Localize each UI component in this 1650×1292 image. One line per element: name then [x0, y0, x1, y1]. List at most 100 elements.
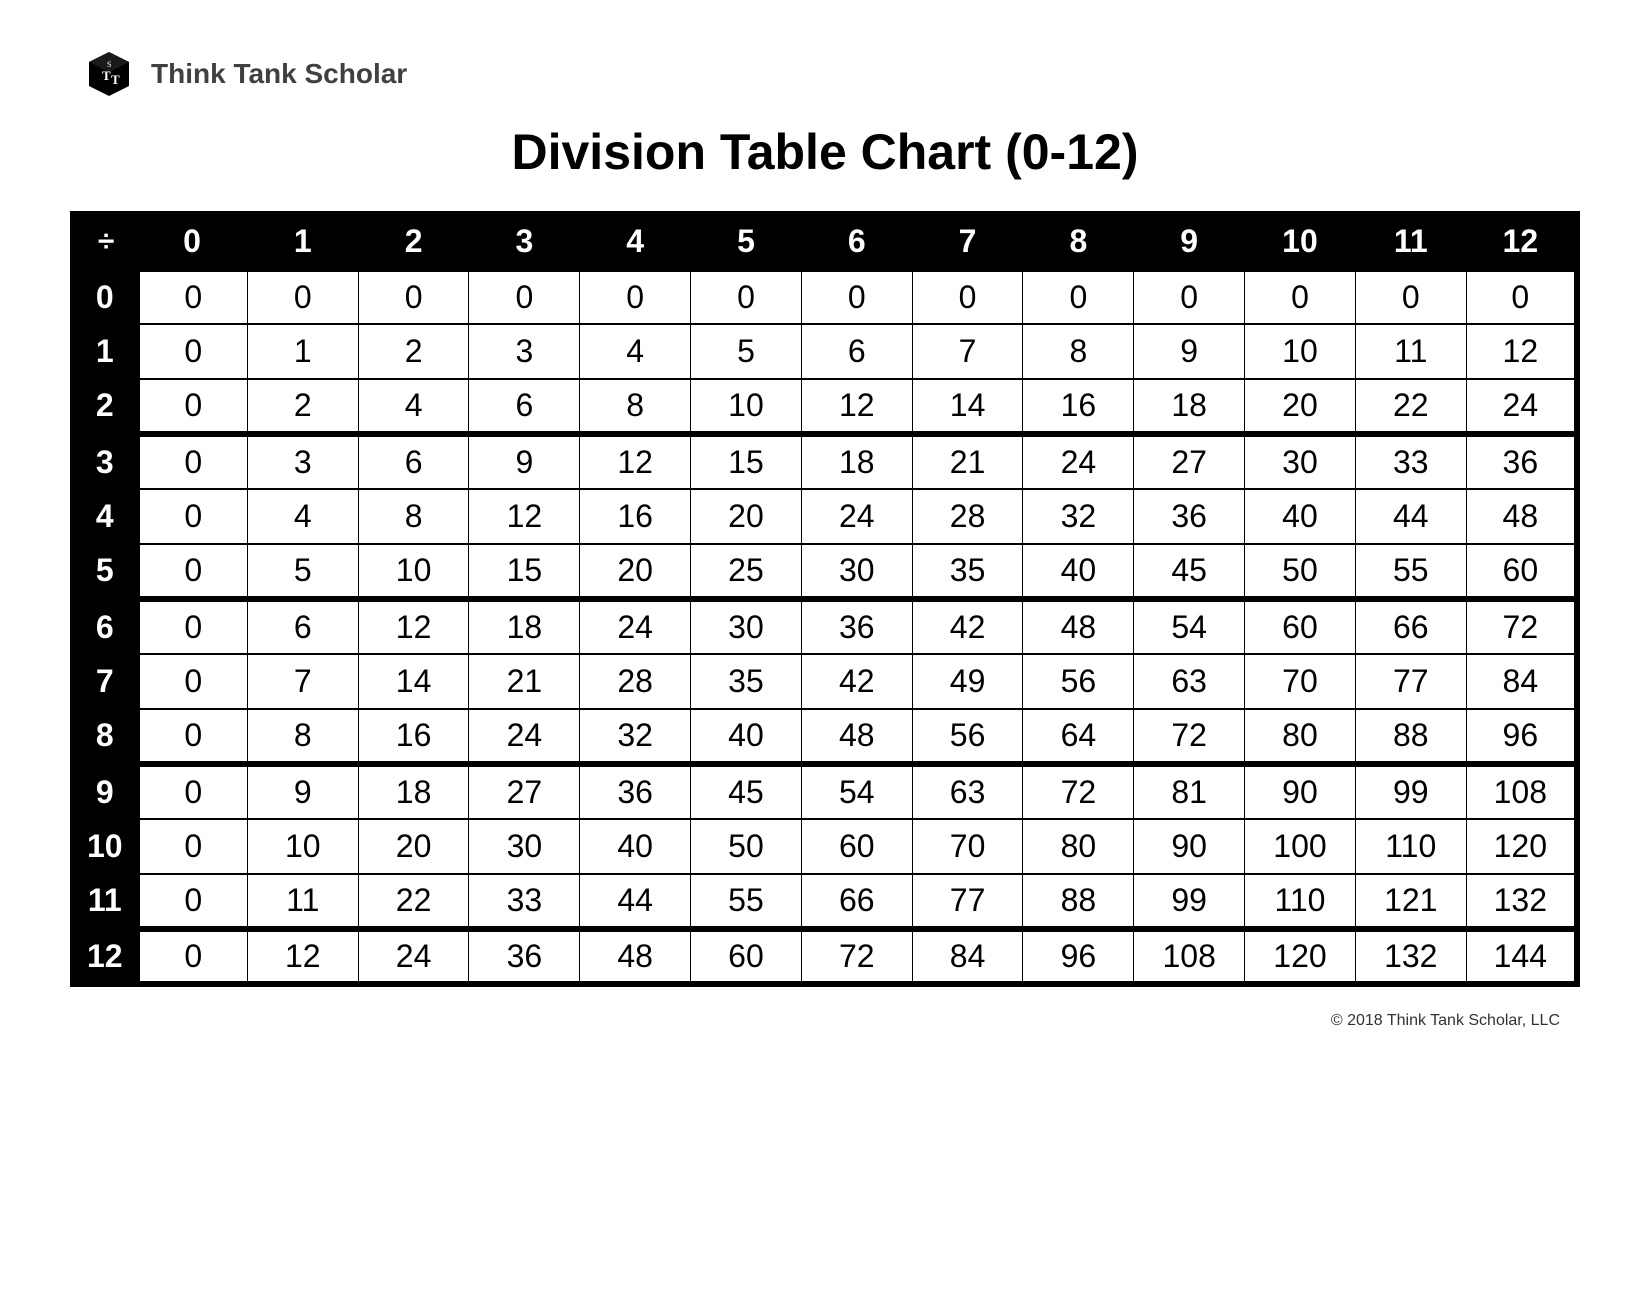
- table-cell: 22: [358, 874, 469, 929]
- table-cell: 16: [1023, 379, 1134, 434]
- table-cell: 30: [1245, 434, 1356, 489]
- table-cell: 0: [1466, 269, 1577, 324]
- table-cell: 72: [1134, 709, 1245, 764]
- table-cell: 56: [1023, 654, 1134, 709]
- table-cell: 77: [1355, 654, 1466, 709]
- table-cell: 55: [691, 874, 802, 929]
- table-cell: 72: [801, 929, 912, 984]
- row-header: 0: [73, 269, 137, 324]
- table-cell: 77: [912, 874, 1023, 929]
- table-cell: 84: [1466, 654, 1577, 709]
- table-cell: 40: [691, 709, 802, 764]
- col-header: 5: [691, 214, 802, 269]
- table-cell: 33: [1355, 434, 1466, 489]
- table-row: 30369121518212427303336: [73, 434, 1577, 489]
- table-row: 404812162024283236404448: [73, 489, 1577, 544]
- table-cell: 32: [580, 709, 691, 764]
- col-header: 6: [801, 214, 912, 269]
- row-header: 11: [73, 874, 137, 929]
- table-cell: 12: [469, 489, 580, 544]
- table-cell: 30: [469, 819, 580, 874]
- table-cell: 36: [580, 764, 691, 819]
- svg-text:T: T: [102, 68, 111, 83]
- svg-text:S: S: [107, 60, 111, 69]
- table-cell: 22: [1355, 379, 1466, 434]
- table-row: 90918273645546372819099108: [73, 764, 1577, 819]
- table-cell: 4: [580, 324, 691, 379]
- table-cell: 3: [469, 324, 580, 379]
- table-cell: 30: [691, 599, 802, 654]
- table-cell: 144: [1466, 929, 1577, 984]
- table-cell: 27: [469, 764, 580, 819]
- table-cell: 9: [247, 764, 358, 819]
- table-row: 8081624324048566472808896: [73, 709, 1577, 764]
- table-cell: 16: [580, 489, 691, 544]
- table-cell: 0: [247, 269, 358, 324]
- table-cell: 0: [137, 654, 248, 709]
- division-table: ÷ 0123456789101112 000000000000001012345…: [70, 211, 1580, 987]
- table-cell: 0: [912, 269, 1023, 324]
- table-cell: 60: [801, 819, 912, 874]
- table-cell: 0: [1355, 269, 1466, 324]
- table-cell: 12: [580, 434, 691, 489]
- table-cell: 48: [580, 929, 691, 984]
- table-cell: 0: [137, 709, 248, 764]
- table-cell: 99: [1355, 764, 1466, 819]
- table-cell: 90: [1134, 819, 1245, 874]
- table-cell: 8: [1023, 324, 1134, 379]
- table-cell: 0: [1134, 269, 1245, 324]
- table-cell: 10: [691, 379, 802, 434]
- table-cell: 81: [1134, 764, 1245, 819]
- table-cell: 55: [1355, 544, 1466, 599]
- table-cell: 6: [247, 599, 358, 654]
- table-cell: 9: [469, 434, 580, 489]
- table-cell: 10: [247, 819, 358, 874]
- table-row: 1201224364860728496108120132144: [73, 929, 1577, 984]
- table-cell: 32: [1023, 489, 1134, 544]
- table-row: 00000000000000: [73, 269, 1577, 324]
- table-cell: 30: [801, 544, 912, 599]
- table-cell: 110: [1355, 819, 1466, 874]
- table-body: 0000000000000010123456789101112202468101…: [73, 269, 1577, 984]
- table-cell: 110: [1245, 874, 1356, 929]
- col-header: 0: [137, 214, 248, 269]
- table-cell: 10: [1245, 324, 1356, 379]
- col-header: 1: [247, 214, 358, 269]
- table-cell: 24: [580, 599, 691, 654]
- table-cell: 40: [1023, 544, 1134, 599]
- table-cell: 0: [358, 269, 469, 324]
- copyright-footer: © 2018 Think Tank Scholar, LLC: [70, 1012, 1560, 1030]
- row-header: 1: [73, 324, 137, 379]
- table-cell: 70: [912, 819, 1023, 874]
- col-header: 12: [1466, 214, 1577, 269]
- table-cell: 36: [801, 599, 912, 654]
- table-cell: 14: [358, 654, 469, 709]
- table-cell: 7: [912, 324, 1023, 379]
- table-cell: 18: [1134, 379, 1245, 434]
- table-cell: 20: [580, 544, 691, 599]
- row-header: 5: [73, 544, 137, 599]
- table-cell: 50: [691, 819, 802, 874]
- table-cell: 36: [1134, 489, 1245, 544]
- table-row: 10123456789101112: [73, 324, 1577, 379]
- table-cell: 14: [912, 379, 1023, 434]
- table-cell: 48: [1023, 599, 1134, 654]
- table-cell: 15: [469, 544, 580, 599]
- table-cell: 132: [1355, 929, 1466, 984]
- table-cell: 0: [1023, 269, 1134, 324]
- table-cell: 15: [691, 434, 802, 489]
- table-cell: 44: [580, 874, 691, 929]
- table-cell: 18: [358, 764, 469, 819]
- col-header: 8: [1023, 214, 1134, 269]
- table-row: 100102030405060708090100110120: [73, 819, 1577, 874]
- table-cell: 88: [1023, 874, 1134, 929]
- table-cell: 10: [358, 544, 469, 599]
- table-cell: 5: [247, 544, 358, 599]
- brand-logo-icon: T T S: [85, 50, 133, 98]
- col-header: 4: [580, 214, 691, 269]
- table-cell: 42: [801, 654, 912, 709]
- table-cell: 120: [1245, 929, 1356, 984]
- table-cell: 96: [1466, 709, 1577, 764]
- table-cell: 28: [580, 654, 691, 709]
- table-cell: 90: [1245, 764, 1356, 819]
